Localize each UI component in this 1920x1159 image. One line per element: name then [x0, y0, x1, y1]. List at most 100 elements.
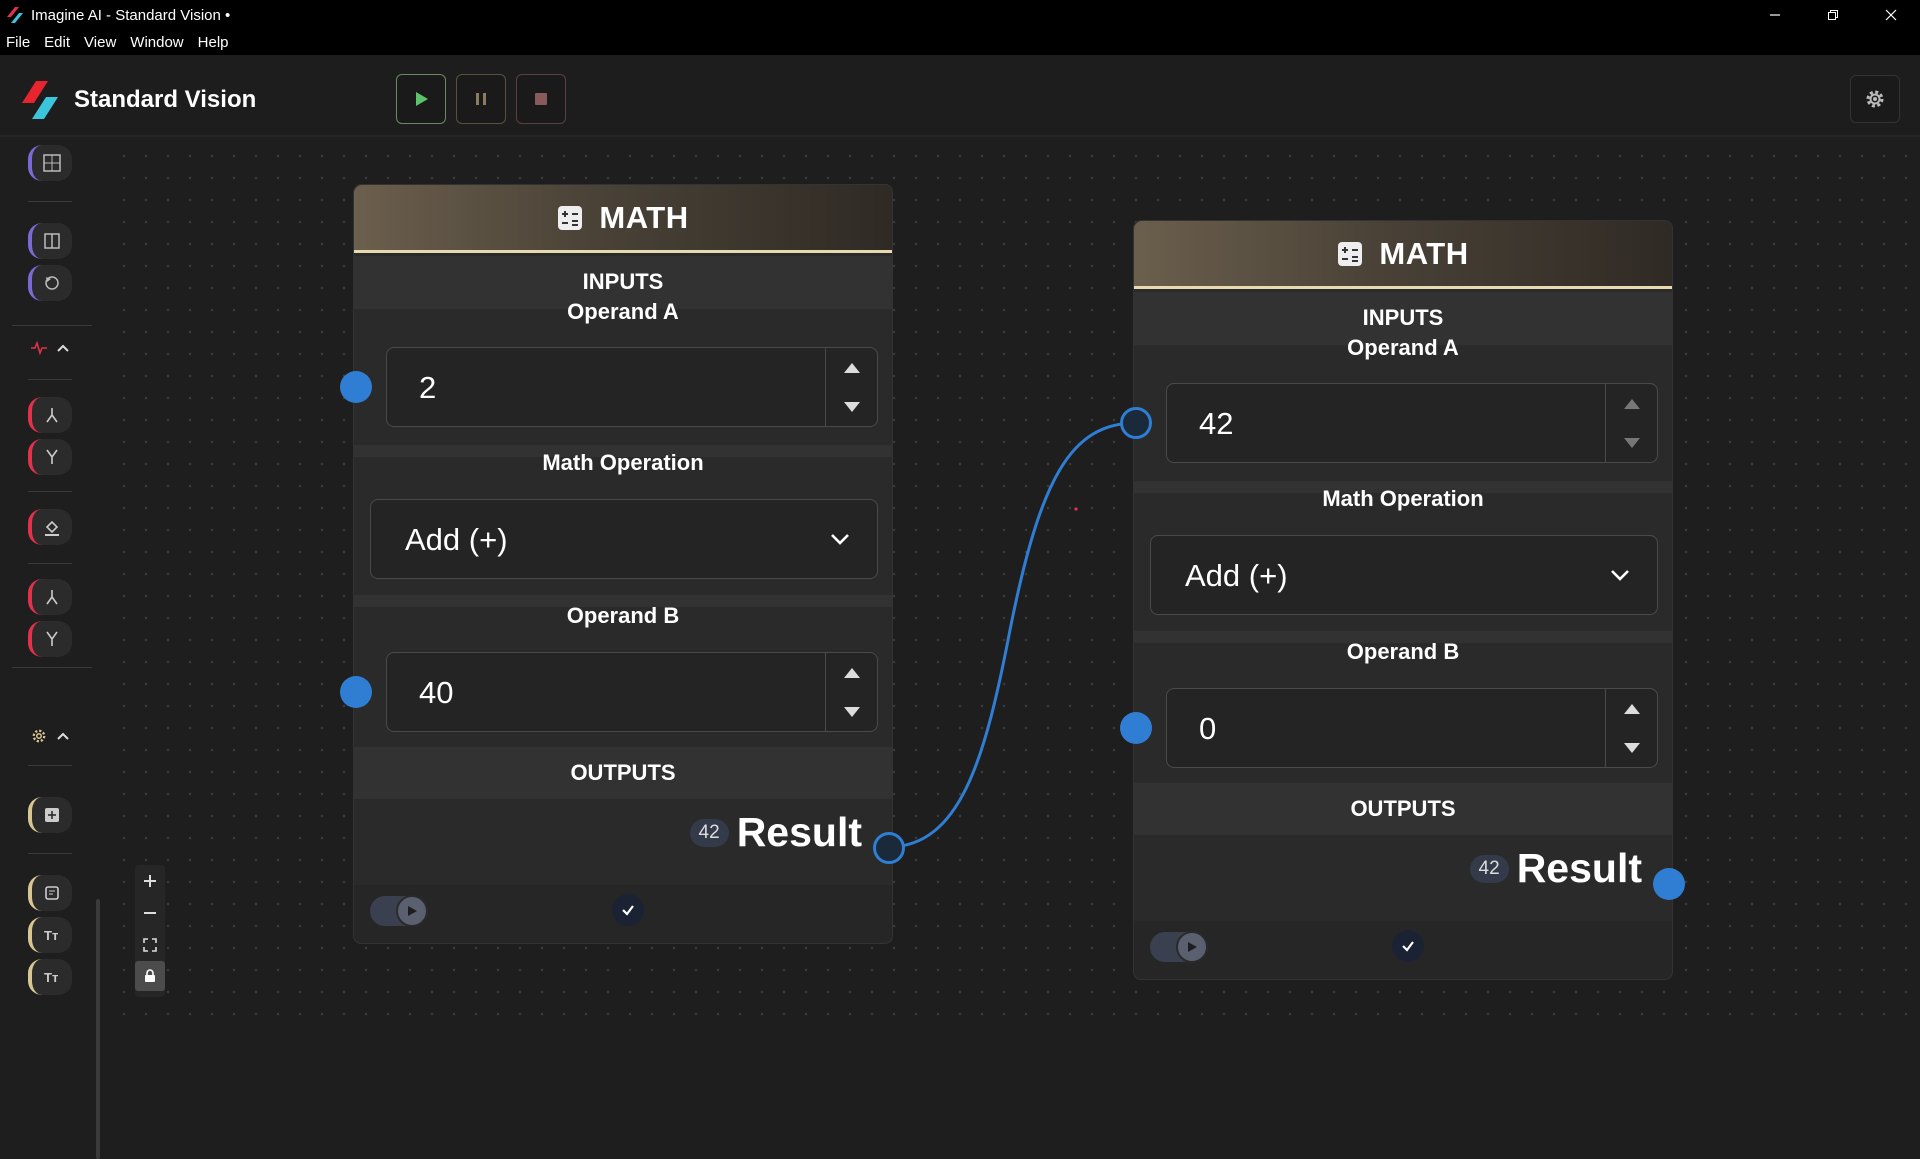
math-node-2[interactable]: MATH INPUTS Operand A 42 Math Operation …	[1120, 220, 1685, 980]
operand-a-label: Operand A	[567, 299, 679, 324]
play-button[interactable]	[396, 74, 446, 124]
result-label: Result	[736, 809, 862, 855]
result-value-badge: 42	[689, 818, 729, 847]
sidebar-fork-button-2[interactable]	[28, 621, 72, 657]
operand-b-label: Operand B	[566, 603, 680, 628]
minimize-button[interactable]	[1746, 0, 1804, 30]
menu-help[interactable]: Help	[198, 34, 229, 51]
menu-window[interactable]: Window	[130, 34, 183, 51]
stop-button[interactable]	[516, 74, 566, 124]
sidebar-math-button[interactable]	[28, 797, 72, 833]
lock-button[interactable]	[135, 961, 165, 991]
operand-b-port[interactable]	[340, 676, 372, 708]
sidebar-divider	[28, 765, 72, 766]
sidebar-layout-button[interactable]	[28, 145, 72, 181]
minus-icon	[144, 912, 156, 914]
operand-b-value: 40	[419, 675, 454, 710]
math-operation-select[interactable]: Add (+)	[1150, 535, 1658, 615]
text-size-icon: Tт	[44, 970, 58, 985]
sidebar-note-button[interactable]	[28, 875, 72, 911]
layout-grid-icon	[43, 154, 61, 172]
sidebar-scrollbar[interactable]	[96, 899, 100, 1159]
window-title: Imagine AI - Standard Vision •	[31, 6, 231, 24]
node-title: MATH	[599, 199, 689, 235]
sidebar-merge-button[interactable]	[28, 397, 72, 433]
sidebar-text-button[interactable]: Tт	[28, 917, 72, 953]
sidebar-group-settings[interactable]	[30, 727, 70, 745]
outputs-heading: OUTPUTS	[570, 760, 676, 785]
stop-icon	[535, 93, 547, 105]
zoom-in-button[interactable]	[135, 865, 165, 897]
result-output-port[interactable]	[1653, 868, 1685, 900]
increment-button[interactable]	[826, 653, 877, 692]
triangle-down-icon	[1623, 742, 1640, 753]
run-toggle[interactable]	[1150, 931, 1208, 963]
node-palette-sidebar: Tт Tт	[0, 139, 108, 1159]
operand-a-label: Operand A	[1347, 335, 1459, 360]
increment-button[interactable]	[1606, 384, 1657, 423]
calculator-icon	[558, 205, 583, 230]
triangle-up-icon	[1623, 398, 1640, 409]
operand-b-port[interactable]	[1120, 712, 1152, 744]
triangle-down-icon	[843, 706, 860, 717]
plus-icon	[144, 875, 156, 887]
operand-a-input[interactable]: 42	[1166, 383, 1658, 463]
paint-bucket-icon	[45, 520, 59, 536]
calculator-icon	[1338, 241, 1363, 266]
result-label: Result	[1516, 845, 1642, 891]
operand-a-value: 42	[1199, 406, 1234, 441]
increment-button[interactable]	[826, 348, 877, 387]
check-icon	[622, 905, 634, 916]
sidebar-divider	[12, 325, 92, 326]
sidebar-text-button-2[interactable]: Tт	[28, 959, 72, 995]
split-view-icon	[44, 233, 60, 249]
operand-b-input[interactable]: 40	[386, 652, 878, 732]
decrement-button[interactable]	[1606, 728, 1657, 767]
sidebar-group-pulse[interactable]	[30, 339, 70, 357]
node-header[interactable]: MATH	[354, 185, 892, 253]
chevron-up-icon	[57, 732, 69, 740]
operand-b-input[interactable]: 0	[1166, 688, 1658, 768]
operand-a-input[interactable]: 2	[386, 347, 878, 427]
sidebar-split-button[interactable]	[28, 223, 72, 259]
result-output-port[interactable]	[873, 832, 905, 864]
gear-icon	[32, 729, 46, 743]
menu-bar: File Edit View Window Help	[0, 30, 1920, 55]
brand: Standard Vision	[18, 77, 256, 123]
sidebar-rotate-button[interactable]	[28, 265, 72, 301]
fit-view-button[interactable]	[135, 929, 165, 961]
sidebar-merge-button-2[interactable]	[28, 579, 72, 615]
settings-button[interactable]	[1850, 75, 1900, 123]
play-icon	[408, 906, 417, 916]
math-operation-select[interactable]: Add (+)	[370, 499, 878, 579]
operand-a-value: 2	[419, 370, 437, 405]
zoom-out-button[interactable]	[135, 897, 165, 929]
restore-button[interactable]	[1804, 0, 1862, 30]
svg-text:Tт: Tт	[44, 928, 58, 943]
run-toggle[interactable]	[370, 895, 428, 927]
decrement-button[interactable]	[1606, 423, 1657, 462]
operand-a-port[interactable]	[340, 371, 372, 403]
result-output: 42 Result	[1469, 845, 1642, 892]
menu-file[interactable]: File	[6, 34, 30, 51]
operand-b-value: 0	[1199, 711, 1217, 746]
node-title: MATH	[1379, 235, 1469, 271]
menu-view[interactable]: View	[84, 34, 116, 51]
decrement-button[interactable]	[826, 387, 877, 426]
math-node-1[interactable]: MATH INPUTS Operand A 2 Math Operation A…	[340, 184, 905, 944]
status-check	[1392, 930, 1424, 962]
operand-a-port[interactable]	[1120, 407, 1152, 439]
menu-edit[interactable]: Edit	[44, 34, 70, 51]
increment-button[interactable]	[1606, 689, 1657, 728]
close-button[interactable]	[1862, 0, 1920, 30]
node-header[interactable]: MATH	[1134, 221, 1672, 289]
svg-text:Tт: Tт	[44, 970, 58, 985]
pause-button[interactable]	[456, 74, 506, 124]
rotate-icon	[45, 276, 59, 290]
fit-view-icon	[143, 938, 157, 952]
decrement-button[interactable]	[826, 692, 877, 731]
merge-icon	[46, 590, 58, 605]
sidebar-fill-button[interactable]	[28, 509, 72, 545]
math-operation-value: Add (+)	[405, 522, 508, 557]
sidebar-fork-button[interactable]	[28, 439, 72, 475]
